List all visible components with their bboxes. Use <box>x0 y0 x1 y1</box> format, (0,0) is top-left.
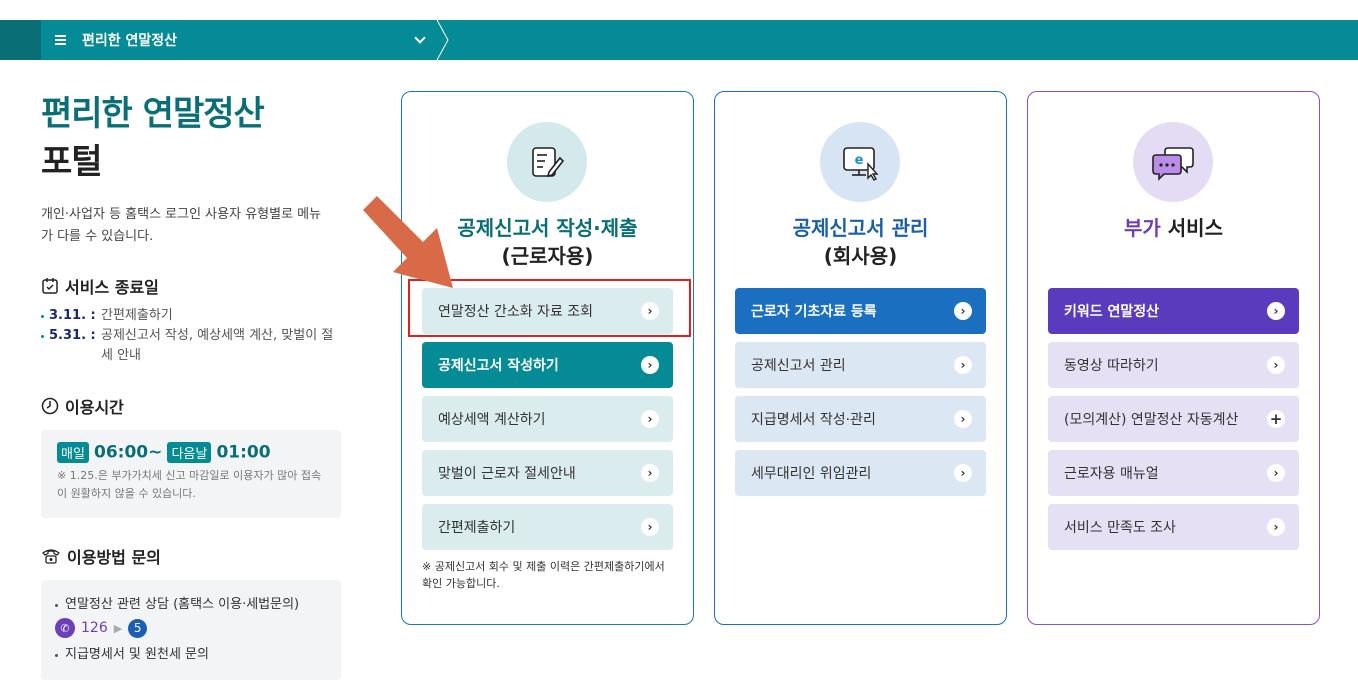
phone-icon: ✆ <box>55 618 75 638</box>
phone-number: 126 <box>81 620 108 636</box>
inquiry-item: 지급명세서 및 원천세 문의 <box>55 644 327 666</box>
inquiry-title: 이용방법 문의 <box>67 548 161 567</box>
page-description: 개인·사업자 등 홈택스 로그인 사용자 유형별로 메뉴가 다를 수 있습니다. <box>41 207 322 244</box>
card-title: 공제신고서 관리 (회사용) <box>715 214 1006 270</box>
telephone-icon <box>42 549 60 564</box>
schedule-date: 5.31. : <box>41 326 101 366</box>
hours-title: 이용시간 <box>65 398 124 417</box>
schedule-date: 3.11. : <box>41 306 101 326</box>
end-time: 01:00 <box>216 442 271 463</box>
simple-submit-button[interactable]: 간편제출하기 › <box>422 504 673 550</box>
left-panel: 편리한 연말정산 포털 개인·사업자 등 홈택스 로그인 사용자 유형별로 메뉴… <box>41 90 341 680</box>
chevron-right-icon: › <box>641 518 659 536</box>
chat-bubbles-icon <box>1133 122 1213 202</box>
chevron-right-icon: › <box>641 464 659 482</box>
mock-calculation-button[interactable]: (모의계산) 연말정산 자동계산 + <box>1048 396 1299 442</box>
form-edit-icon <box>507 122 587 202</box>
dual-income-guide-button[interactable]: 맞벌이 근로자 절세안내 › <box>422 450 673 496</box>
top-nav-bar: 편리한 연말정산 <box>0 20 1358 60</box>
write-deduction-form-button[interactable]: 공제신고서 작성하기 › <box>422 342 673 388</box>
inquiry-section: 이용방법 문의 연말정산 관련 상담 (홈택스 이용·세법문의) ✆ 126 ▶… <box>41 544 341 680</box>
deduction-form-manage-button[interactable]: 공제신고서 관리 › <box>735 342 986 388</box>
chevron-right-icon: › <box>954 302 972 320</box>
phone-row: ✆ 126 ▶ 5 <box>55 618 327 638</box>
chevron-right-icon: › <box>1267 464 1285 482</box>
next-day-badge: 다음날 <box>167 442 212 463</box>
chevron-down-icon <box>414 32 426 44</box>
calendar-check-icon <box>42 278 58 294</box>
card-additional-services: 부가 서비스 키워드 연말정산 › 동영상 따라하기 › (모의계산) 연말정산… <box>1027 91 1320 625</box>
service-end-section: 서비스 종료일 3.11. : 간편제출하기 5.31. : 공제신고서 작성,… <box>41 274 341 366</box>
svg-text:e: e <box>855 153 864 168</box>
keyword-yearend-button[interactable]: 키워드 연말정산 › <box>1048 288 1299 334</box>
daily-badge: 매일 <box>57 442 89 463</box>
menu-dropdown-button[interactable]: 편리한 연말정산 <box>41 20 436 60</box>
card-deduction-filing: 공제신고서 작성·제출 (근로자용) 연말정산 간소화 자료 조회 › 공제신고… <box>401 91 694 625</box>
button-label: 세무대리인 위임관리 <box>751 466 872 482</box>
chevron-right-icon: › <box>954 356 972 374</box>
plus-icon: + <box>1267 410 1285 428</box>
estimate-tax-button[interactable]: 예상세액 계산하기 › <box>422 396 673 442</box>
annotation-arrow-icon <box>363 196 453 288</box>
chevron-right-icon: › <box>641 410 659 428</box>
chevron-right-icon: › <box>954 410 972 428</box>
schedule-text: 간편제출하기 <box>101 308 173 323</box>
hours-box: 매일 06:00~ 다음날 01:00 ※ 1.25.은 부가가치세 신고 마감… <box>41 430 341 518</box>
start-time: 06:00~ <box>94 442 163 463</box>
button-label: 서비스 만족도 조사 <box>1064 520 1176 536</box>
e-monitor-icon: e <box>820 122 900 202</box>
topbar-home-block <box>0 20 41 60</box>
button-label: 공제신고서 작성하기 <box>438 358 559 374</box>
service-end-list: 3.11. : 간편제출하기 5.31. : 공제신고서 작성, 예상세액 계산… <box>41 306 341 366</box>
card-title-sub: (회사용) <box>823 244 898 268</box>
topbar-title: 편리한 연말정산 <box>82 33 178 49</box>
page-title: 편리한 연말정산 <box>41 94 265 134</box>
arrow-right-icon: ▶ <box>113 621 123 635</box>
button-label: 맞벌이 근로자 절세안내 <box>438 466 576 482</box>
list-item: 5.31. : 공제신고서 작성, 예상세액 계산, 맞벌이 절세 안내 <box>41 326 341 366</box>
button-label: 근로자용 매뉴얼 <box>1064 466 1159 482</box>
page-title-sub: 포털 <box>41 142 103 182</box>
hours-note: ※ 1.25.은 부가가치세 신고 마감일로 이용자가 많아 접속이 원활하지 … <box>57 469 322 500</box>
button-label: 키워드 연말정산 <box>1064 304 1160 320</box>
satisfaction-survey-button[interactable]: 서비스 만족도 조사 › <box>1048 504 1299 550</box>
chevron-right-icon: › <box>641 356 659 374</box>
button-label: 예상세액 계산하기 <box>438 412 546 428</box>
hamburger-icon <box>55 35 66 45</box>
button-label: 간편제출하기 <box>438 520 516 536</box>
card-deduction-management: e 공제신고서 관리 (회사용) 근로자 기초자료 등록 › 공제신고서 관리 … <box>714 91 1007 625</box>
card-title: 부가 서비스 <box>1028 214 1319 242</box>
chevron-right-icon: › <box>954 464 972 482</box>
service-end-title: 서비스 종료일 <box>65 278 159 297</box>
breadcrumb-separator-icon <box>436 20 449 60</box>
inquiry-heading: 이용방법 문의 <box>41 544 341 568</box>
tax-agent-delegation-button[interactable]: 세무대리인 위임관리 › <box>735 450 986 496</box>
chevron-right-icon: › <box>1267 302 1285 320</box>
button-label: 공제신고서 관리 <box>751 358 846 374</box>
button-label: 동영상 따라하기 <box>1064 358 1159 374</box>
service-end-heading: 서비스 종료일 <box>41 274 341 298</box>
employee-data-register-button[interactable]: 근로자 기초자료 등록 › <box>735 288 986 334</box>
video-tutorial-button[interactable]: 동영상 따라하기 › <box>1048 342 1299 388</box>
card-note: ※ 공제신고서 회수 및 제출 이력은 간편제출하기에서 확인 가능합니다. <box>422 560 665 590</box>
schedule-text: 공제신고서 작성, 예상세액 계산, 맞벌이 절세 안내 <box>101 328 334 363</box>
extension-number: 5 <box>128 618 148 638</box>
chevron-right-icon: › <box>1267 518 1285 536</box>
card-title-main: 공제신고서 관리 <box>792 216 929 240</box>
button-label: 근로자 기초자료 등록 <box>751 304 877 320</box>
button-label: (모의계산) 연말정산 자동계산 <box>1064 412 1239 428</box>
employee-manual-button[interactable]: 근로자용 매뉴얼 › <box>1048 450 1299 496</box>
list-item: 3.11. : 간편제출하기 <box>41 306 341 326</box>
button-label: 지급명세서 작성·관리 <box>751 412 876 428</box>
inquiry-item: 연말정산 관련 상담 (홈택스 이용·세법문의) <box>55 594 327 616</box>
inquiry-box: 연말정산 관련 상담 (홈택스 이용·세법문의) ✆ 126 ▶ 5 지급명세서… <box>41 580 341 680</box>
hours-section: 이용시간 매일 06:00~ 다음날 01:00 ※ 1.25.은 부가가치세 … <box>41 394 341 518</box>
chevron-right-icon: › <box>1267 356 1285 374</box>
clock-icon <box>41 397 59 415</box>
payment-statement-button[interactable]: 지급명세서 작성·관리 › <box>735 396 986 442</box>
hours-heading: 이용시간 <box>41 394 341 418</box>
card-title-main: 부가 <box>1124 216 1161 240</box>
card-title-rest: 서비스 <box>1160 216 1223 240</box>
